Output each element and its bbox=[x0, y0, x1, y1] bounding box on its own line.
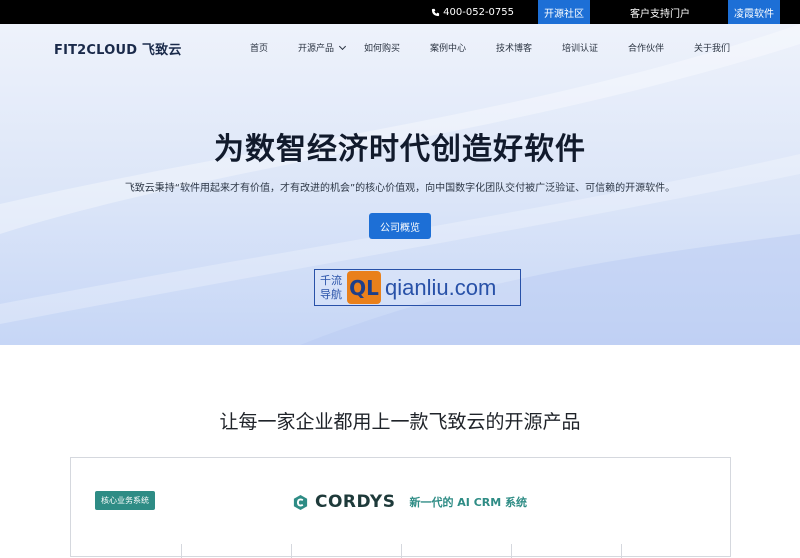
nav-home[interactable]: 首页 bbox=[250, 41, 268, 54]
hero-headline: 为数智经济时代创造好软件 bbox=[214, 132, 586, 167]
nav-partners[interactable]: 合作伙伴 bbox=[628, 41, 664, 54]
top-bar: 400-052-0755 开源社区 客户支持门户 凌霞软件 bbox=[0, 0, 800, 24]
watermark-ql-badge: QL bbox=[347, 271, 381, 304]
cordys-logo-icon bbox=[293, 494, 308, 510]
nav-open-source-products-label: 开源产品 bbox=[298, 44, 335, 54]
watermark-logo: 千流 导航 QL qianliu.com bbox=[314, 269, 521, 306]
nav-open-source-products[interactable]: 开源产品 bbox=[298, 41, 347, 54]
watermark-cn-line1: 千流 bbox=[320, 273, 342, 287]
watermark-domain: qianliu.com bbox=[385, 274, 497, 300]
nav-tech-blog[interactable]: 技术博客 bbox=[496, 41, 532, 54]
column-divider bbox=[401, 544, 402, 558]
product-panel: 核心业务系统 CORDYS 新一代的 AI CRM 系统 bbox=[70, 457, 731, 558]
category-badge[interactable]: 核心业务系统 bbox=[95, 491, 155, 510]
open-source-community-link[interactable]: 开源社区 bbox=[538, 0, 590, 24]
hero-section: FIT2CLOUD 飞致云 首页 开源产品 如何购买 案例中心 技术博客 培训认… bbox=[0, 24, 800, 345]
chevron-down-icon bbox=[338, 42, 347, 51]
product-name: CORDYS bbox=[315, 492, 396, 512]
phone-contact[interactable]: 400-052-0755 bbox=[431, 7, 514, 18]
customer-support-portal-link[interactable]: 客户支持门户 bbox=[630, 0, 690, 24]
column-divider bbox=[291, 544, 292, 558]
phone-icon bbox=[432, 8, 440, 16]
product-tagline: 新一代的 AI CRM 系统 bbox=[409, 496, 528, 509]
hero-subline: 飞致云秉持“软件用起来才有价值，才有改进的机会”的核心价值观，向中国数字化团队交… bbox=[124, 183, 676, 194]
nav-about-us[interactable]: 关于我们 bbox=[694, 41, 730, 54]
nav-how-to-buy[interactable]: 如何购买 bbox=[364, 41, 400, 54]
column-divider bbox=[621, 544, 622, 558]
products-section-title: 让每一家企业都用上一款飞致云的开源产品 bbox=[219, 411, 581, 433]
product-header[interactable]: CORDYS 新一代的 AI CRM 系统 bbox=[292, 492, 527, 512]
company-overview-button[interactable]: 公司概览 bbox=[369, 213, 431, 239]
nav-case-center[interactable]: 案例中心 bbox=[430, 41, 466, 54]
main-nav: FIT2CLOUD 飞致云 首页 开源产品 如何购买 案例中心 技术博客 培训认… bbox=[0, 24, 800, 70]
phone-number: 400-052-0755 bbox=[443, 6, 514, 18]
nav-training[interactable]: 培训认证 bbox=[562, 41, 598, 54]
brand-logo[interactable]: FIT2CLOUD 飞致云 bbox=[54, 39, 182, 58]
lingxia-software-link[interactable]: 凌霞软件 bbox=[728, 0, 780, 24]
watermark-cn-line2: 导航 bbox=[320, 287, 342, 301]
watermark-cn-text: 千流 导航 bbox=[315, 274, 345, 302]
column-divider bbox=[511, 544, 512, 558]
column-divider bbox=[181, 544, 182, 558]
